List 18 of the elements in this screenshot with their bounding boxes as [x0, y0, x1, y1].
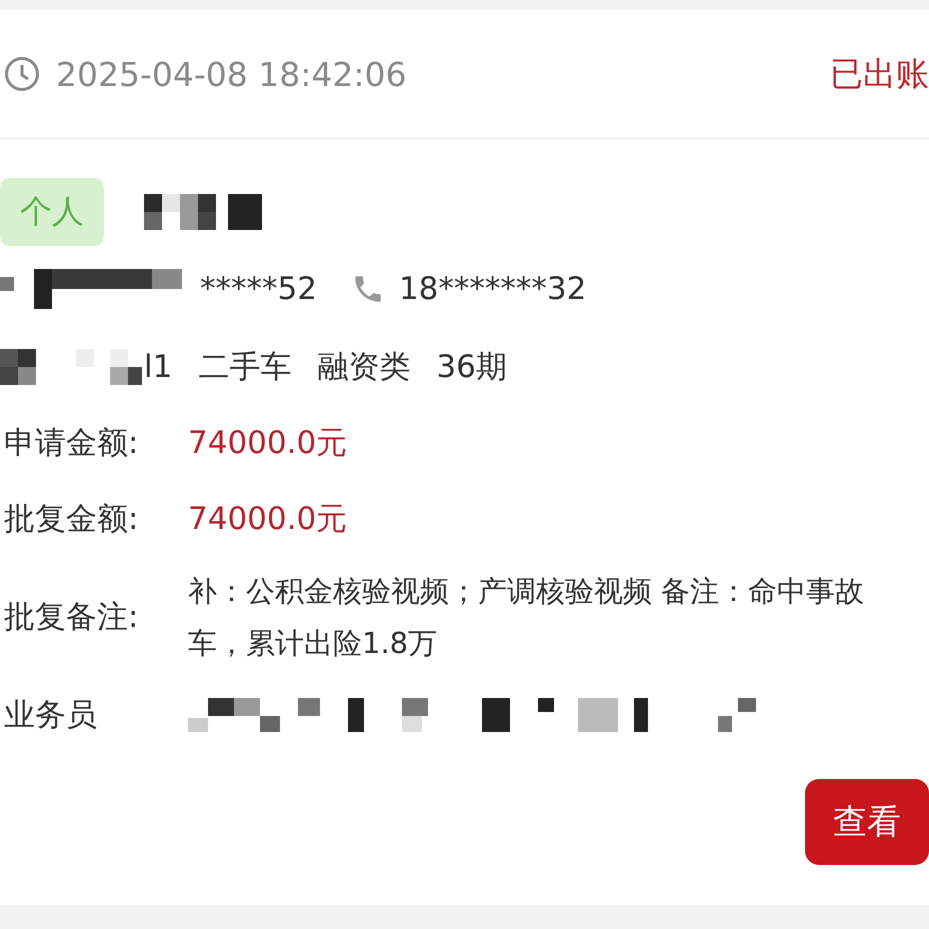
phone-number: 18*******32 [398, 271, 586, 307]
loan-attribute: 36期 [436, 348, 507, 387]
clock-icon [4, 56, 40, 92]
view-button[interactable]: 查看 [805, 779, 929, 865]
amount-value: 74000.0元 [188, 500, 348, 539]
loan-attribute: 融资类 [317, 348, 410, 387]
field-label: 业务员 [4, 696, 98, 735]
loan-attribute: 二手车 [198, 348, 292, 387]
timestamp: 2025-04-08 18:42:06 [56, 54, 408, 94]
field-label: 申请金额: [4, 424, 140, 463]
field-label: 批复金额: [4, 500, 140, 539]
status-label: 已出账 [830, 52, 929, 94]
loan-code-fragment: l1 [144, 349, 172, 385]
customer-type-tag: 个人 [0, 178, 104, 246]
amount-value: 74000.0元 [188, 424, 348, 463]
field-label: 批复备注: [4, 598, 140, 637]
remark-text: 补：公积金核验视频；产调核验视频 备注：命中事故车，累计出险1.8万 [188, 573, 866, 662]
id-number: *****52 [200, 271, 317, 307]
